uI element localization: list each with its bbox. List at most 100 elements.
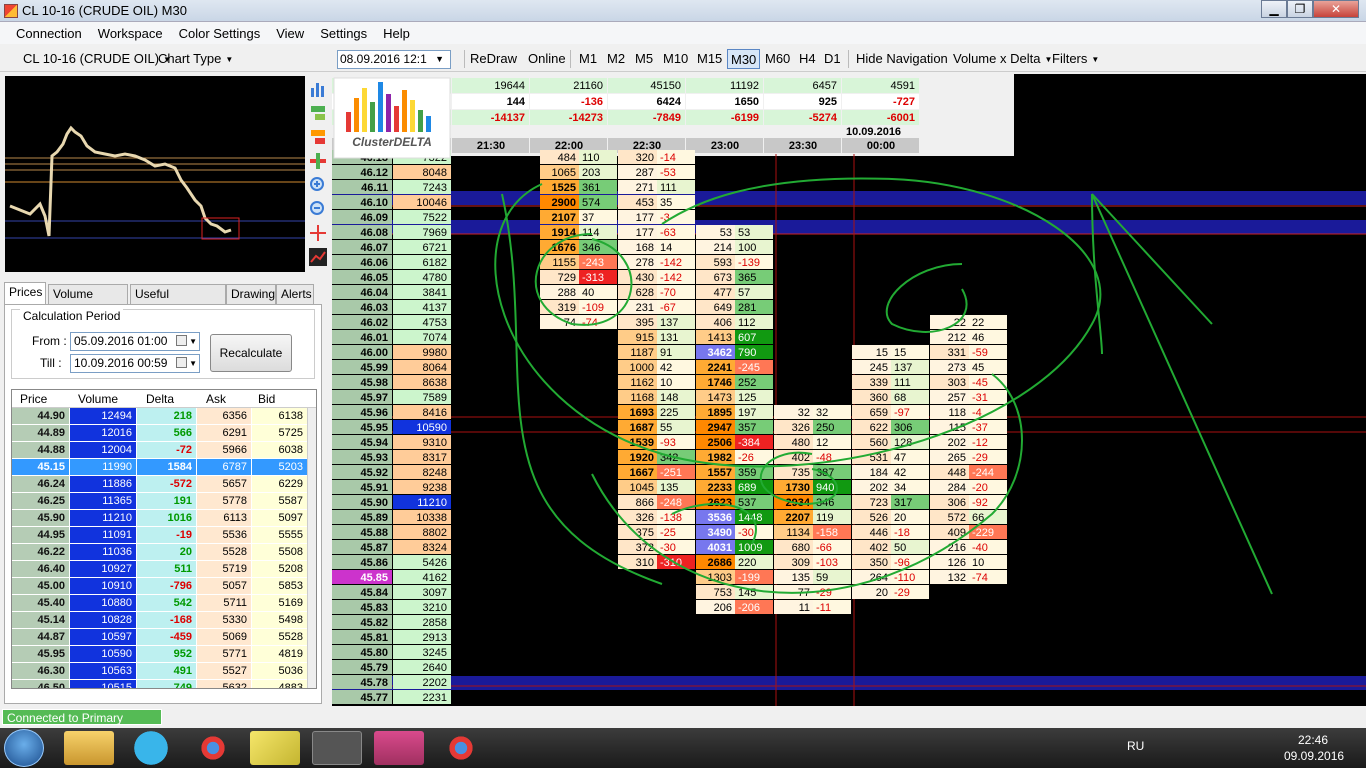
app-icon[interactable] <box>312 731 362 765</box>
zoom-out-icon[interactable] <box>309 200 327 218</box>
menu-connection[interactable]: Connection <box>0 22 90 44</box>
close-button[interactable]: ✕ <box>1313 0 1359 18</box>
cluster-delta: 137 <box>660 317 678 329</box>
table-row[interactable]: 46.25 11365 191 5778 5587 <box>12 493 308 510</box>
delta-cell: 952 <box>137 646 197 663</box>
cluster-orange-icon[interactable] <box>309 128 327 146</box>
col-volume-header[interactable]: Volume <box>78 392 118 406</box>
skype-icon[interactable] <box>126 731 176 765</box>
delta-cell: -796 <box>137 578 197 595</box>
zoom-in-icon[interactable] <box>309 176 327 194</box>
tab-drawing[interactable]: Drawing <box>226 284 276 304</box>
terminal-icon[interactable] <box>374 731 424 765</box>
table-row[interactable]: 44.90 12494 218 6356 6138 <box>12 408 308 425</box>
profile-price: 46.08 <box>360 227 388 239</box>
tab-alerts[interactable]: Alerts <box>276 284 314 304</box>
table-row[interactable]: 46.24 11886 -572 5657 6229 <box>12 476 308 493</box>
tf-m30-button[interactable]: M30 <box>727 49 761 69</box>
profile-volume: 2913 <box>423 632 447 644</box>
tab-useful-information[interactable]: Useful Information <box>130 284 226 319</box>
tf-m1-button[interactable]: M1 <box>576 49 600 69</box>
tf-m10-button[interactable]: M10 <box>660 49 691 69</box>
recalculate-button[interactable]: Recalculate <box>210 334 292 372</box>
col-bid-header[interactable]: Bid <box>258 392 275 406</box>
tab-volume-profile[interactable]: Volume Profile <box>48 284 128 319</box>
mini-chart[interactable] <box>5 76 305 272</box>
table-row[interactable]: 45.90 11210 1016 6113 5097 <box>12 510 308 527</box>
col-delta-header[interactable]: Delta <box>146 392 174 406</box>
filters-dropdown[interactable]: Filters ▼ <box>1049 49 1102 69</box>
col-price-header[interactable]: Price <box>20 392 47 406</box>
menu-view[interactable]: View <box>268 22 312 44</box>
tf-m2-button[interactable]: M2 <box>604 49 628 69</box>
online-button[interactable]: Online <box>525 49 569 69</box>
clock-date[interactable]: 09.09.2016 <box>1284 749 1344 763</box>
cluster-volume: 1525 <box>552 182 576 194</box>
profile-volume: 2858 <box>423 617 447 629</box>
menu-workspace[interactable]: Workspace <box>90 22 171 44</box>
tf-d1-button[interactable]: D1 <box>821 49 844 69</box>
explorer-icon[interactable] <box>64 731 114 765</box>
chrome-icon[interactable] <box>436 731 486 765</box>
date-picker[interactable]: 08.09.2016 12:1 ▼ <box>337 50 451 69</box>
table-row[interactable]: 45.00 10910 -796 5057 5853 <box>12 578 308 595</box>
chrome-icon[interactable] <box>188 731 238 765</box>
table-row[interactable]: 45.14 10828 -168 5330 5498 <box>12 612 308 629</box>
menu-settings[interactable]: Settings <box>312 22 375 44</box>
bar-chart-icon[interactable] <box>309 80 327 98</box>
table-row[interactable]: 44.95 11091 -19 5536 5555 <box>12 527 308 544</box>
tf-m60-button[interactable]: M60 <box>762 49 793 69</box>
from-date-picker[interactable]: 05.09.2016 01:00 ▼ <box>70 332 200 351</box>
table-row[interactable]: 44.87 10597 -459 5069 5528 <box>12 629 308 646</box>
crosshair-icon[interactable] <box>309 224 327 242</box>
till-date-picker[interactable]: 10.09.2016 00:59 ▼ <box>70 354 200 373</box>
col-ask-header[interactable]: Ask <box>206 392 226 406</box>
tf-m5-button[interactable]: M5 <box>632 49 656 69</box>
minimize-button[interactable]: ▁ <box>1261 0 1287 18</box>
table-row[interactable]: 44.88 12004 -72 5966 6038 <box>12 442 308 459</box>
clock-time[interactable]: 22:46 <box>1298 733 1328 747</box>
table-row[interactable]: 44.89 12016 566 6291 5725 <box>12 425 308 442</box>
instrument-dropdown[interactable]: CL 10-16 (CRUDE OIL) ▼ <box>20 49 174 69</box>
chart-type-dropdown[interactable]: Chart Type ▼ <box>155 49 236 69</box>
table-row[interactable]: 46.40 10927 511 5719 5208 <box>12 561 308 578</box>
table-row[interactable]: 45.40 10880 542 5711 5169 <box>12 595 308 612</box>
cluster-delta: 53 <box>738 227 750 239</box>
volume-delta-dropdown[interactable]: Volume x Delta ▼ <box>950 49 1055 69</box>
profile-volume: 5426 <box>423 557 447 569</box>
line-chart-icon[interactable] <box>309 248 327 266</box>
cluster-delta: 148 <box>660 392 678 404</box>
tab-prices[interactable]: Prices <box>4 282 46 304</box>
volume-cell: 10910 <box>70 578 137 595</box>
table-row[interactable]: 45.95 10590 952 5771 4819 <box>12 646 308 663</box>
cluster-delta: 119 <box>816 512 834 524</box>
menu-help[interactable]: Help <box>375 22 418 44</box>
cluster-volume: 3462 <box>708 347 732 359</box>
hide-navigation-button[interactable]: Hide Navigation <box>853 49 951 69</box>
cluster-delta: -67 <box>660 302 676 314</box>
table-row[interactable]: 45.15 11990 1584 6787 5203 <box>12 459 308 476</box>
tf-h4-button[interactable]: H4 <box>796 49 819 69</box>
maximize-button[interactable]: ❐ <box>1287 0 1313 18</box>
price-table-scrollbar[interactable] <box>307 408 316 688</box>
cluster-chart[interactable]: 41408519644211604515011192645745910-5914… <box>332 74 1366 706</box>
start-button[interactable] <box>4 729 44 767</box>
tf-m15-button[interactable]: M15 <box>694 49 725 69</box>
from-date-value: 05.09.2016 01:00 <box>74 334 168 348</box>
ask-cell: 5527 <box>197 663 252 680</box>
table-row[interactable]: 46.22 11036 20 5528 5508 <box>12 544 308 561</box>
redraw-button[interactable]: ReDraw <box>467 49 520 69</box>
table-row[interactable]: 46.30 10563 491 5527 5036 <box>12 663 308 680</box>
notes-icon[interactable] <box>250 731 300 765</box>
cluster-green-icon[interactable] <box>309 104 327 122</box>
cluster-volume: 326 <box>792 422 810 434</box>
cluster-delta: 689 <box>738 482 756 494</box>
table-row[interactable]: 46.50 10515 749 5632 4883 <box>12 680 308 688</box>
cluster-volume: 673 <box>714 272 732 284</box>
cluster-mixed-icon[interactable] <box>309 152 327 170</box>
cluster-volume: 2506 <box>708 437 732 449</box>
language-indicator[interactable]: RU <box>1127 739 1144 753</box>
cluster-delta: 125 <box>738 392 756 404</box>
menu-color-settings[interactable]: Color Settings <box>171 22 269 44</box>
cluster-delta: 281 <box>738 302 756 314</box>
